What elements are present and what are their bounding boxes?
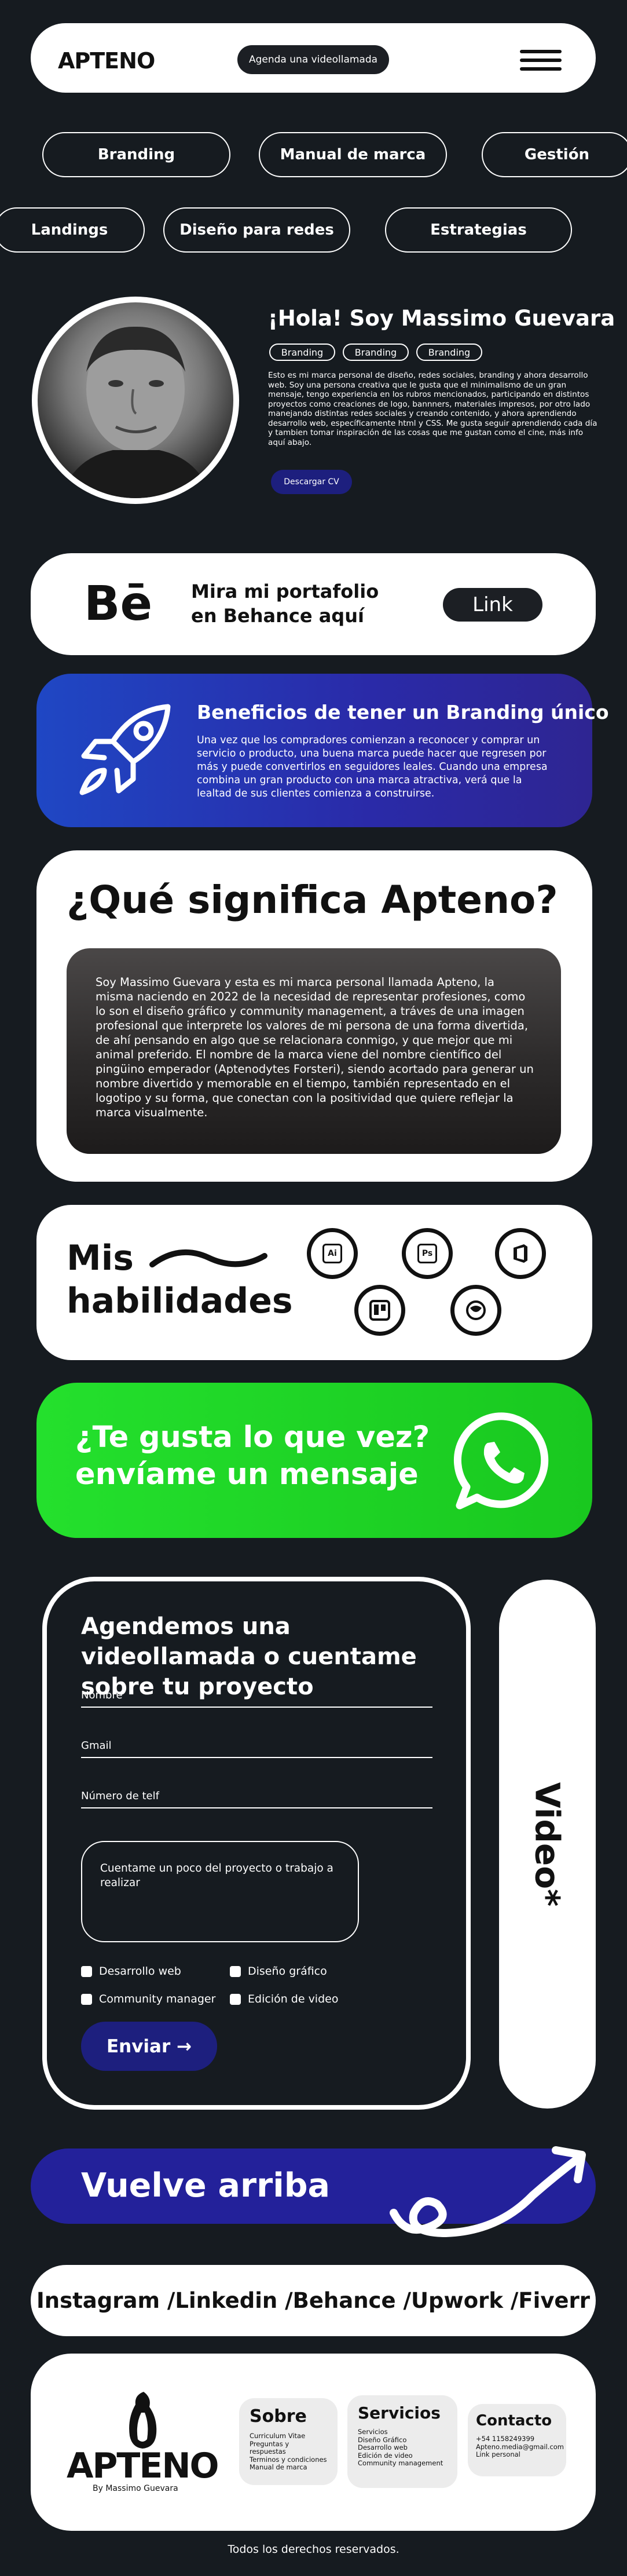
option-community-manager[interactable]: Community manager: [81, 1993, 215, 2005]
footer-link[interactable]: Servicios: [358, 2428, 447, 2436]
back-to-top-label[interactable]: Vuelve arriba: [81, 2166, 330, 2205]
email-field[interactable]: [81, 1757, 432, 1758]
video-label: Video*: [527, 1782, 567, 1906]
profile-tag: Branding: [416, 344, 482, 361]
chip-estrategias[interactable]: Estrategias: [385, 207, 572, 253]
photoshop-icon: Ps: [402, 1228, 453, 1279]
office-icon: [495, 1228, 546, 1279]
chip-gestion[interactable]: Gestión: [482, 132, 627, 177]
schedule-call-button[interactable]: Agenda una videollamada: [237, 45, 389, 74]
chip-manual-de-marca[interactable]: Manual de marca: [259, 132, 447, 177]
form-title: Agendemos una videollamada o cuentame so…: [81, 1613, 417, 1700]
benefits-title: Beneficios de tener un Branding único: [197, 701, 609, 724]
option-diseno-grafico[interactable]: Diseño gráfico: [230, 1965, 327, 1978]
option-edicion-de-video[interactable]: Edición de video: [230, 1993, 338, 2005]
footer-link[interactable]: Diseño Gráfico: [358, 2436, 447, 2445]
footer-col-title: Contacto: [476, 2412, 552, 2429]
profile-avatar: [32, 297, 239, 504]
rocket-icon: [79, 704, 171, 795]
behance-logo-icon: Bē: [84, 576, 153, 631]
footer-col-sobre: Sobre Curriculum Vitae Preguntas y respu…: [239, 2398, 338, 2485]
message-placeholder: Cuentame un poco del proyecto o trabajo …: [100, 1862, 333, 1889]
footer-link[interactable]: Curriculum Vitae: [250, 2432, 327, 2440]
phone-field-label[interactable]: Número de telf: [81, 1790, 159, 1802]
arrow-up-icon[interactable]: [382, 2132, 596, 2242]
profile-tag: Branding: [343, 344, 409, 361]
video-label-container: Video*: [499, 1580, 596, 2109]
skills-title-line2: habilidades: [67, 1281, 293, 1321]
checkbox[interactable]: [230, 1965, 241, 1977]
footer-logo[interactable]: APTENO: [67, 2446, 219, 2486]
chip-diseno-para-redes[interactable]: Diseño para redes: [163, 207, 350, 253]
copyright-text: Todos los derechos reservados.: [228, 2543, 399, 2556]
hamburger-menu-icon[interactable]: [520, 50, 562, 71]
footer-link[interactable]: Desarrollo web: [358, 2443, 447, 2452]
whatsapp-text[interactable]: ¿Te gusta lo que vez? envíame un mensaje: [75, 1419, 446, 1493]
profile-tag: Branding: [269, 344, 335, 361]
name-field[interactable]: [81, 1707, 432, 1708]
footer-link[interactable]: Manual de marca: [250, 2463, 327, 2472]
illustrator-icon: Ai: [307, 1228, 358, 1279]
message-textarea[interactable]: [81, 1841, 359, 1942]
behance-link-button[interactable]: Link: [443, 588, 542, 622]
footer-link[interactable]: +54 1158249399: [476, 2435, 558, 2443]
logo[interactable]: APTENO: [58, 48, 155, 74]
download-cv-button[interactable]: Descargar CV: [271, 470, 352, 494]
social-links[interactable]: Instagram /Linkedin /Behance /Upwork /Fi…: [31, 2265, 596, 2336]
email-field-label[interactable]: Gmail: [81, 1740, 112, 1752]
checkbox[interactable]: [230, 1993, 241, 2005]
checkbox[interactable]: [81, 1993, 92, 2005]
name-field-label[interactable]: Nombre: [81, 1689, 123, 1701]
footer-link[interactable]: Edición de video: [358, 2451, 447, 2460]
chip-landings[interactable]: Landings: [0, 207, 145, 253]
behance-text: Mira mi portafolio en Behance aquí: [191, 580, 379, 627]
whatsapp-icon[interactable]: [452, 1409, 556, 1514]
footer-subtitle: By Massimo Guevara: [93, 2484, 178, 2493]
trello-icon: [354, 1285, 405, 1336]
footer-col-title: Servicios: [358, 2403, 441, 2422]
send-button[interactable]: Enviar →: [81, 2022, 217, 2071]
benefits-text: Una vez que los compradores comienzan a …: [197, 735, 548, 799]
profile-bio: Esto es mi marca personal de diseño, red…: [268, 371, 597, 447]
meaning-text: Soy Massimo Guevara y esta es mi marca p…: [96, 975, 534, 1119]
footer-link[interactable]: Link personal: [476, 2450, 558, 2459]
footer-col-servicios: Servicios Servicios Diseño Gráfico Desar…: [347, 2395, 457, 2488]
footer-link[interactable]: Preguntas y respuestas: [250, 2440, 327, 2456]
footer-link[interactable]: Terminos y condiciones: [250, 2456, 327, 2464]
chip-branding[interactable]: Branding: [42, 132, 230, 177]
phone-field[interactable]: [81, 1807, 432, 1808]
footer-col-contacto: Contacto +54 1158249399 Apteno.media@gma…: [468, 2404, 566, 2476]
option-desarrollo-web[interactable]: Desarrollo web: [81, 1965, 181, 1978]
squiggle-decoration: [149, 1249, 267, 1267]
community-icon: [450, 1285, 501, 1336]
footer-link[interactable]: Apteno.media@gmail.com: [476, 2443, 564, 2451]
checkbox[interactable]: [81, 1965, 92, 1977]
footer-link[interactable]: Community management: [358, 2459, 447, 2468]
profile-greeting: ¡Hola! Soy Massimo Guevara: [268, 306, 615, 331]
penguin-logo-icon: [129, 2392, 157, 2449]
meaning-title: ¿Qué significa Apteno?: [67, 878, 558, 922]
footer-col-title: Sobre: [250, 2406, 307, 2427]
